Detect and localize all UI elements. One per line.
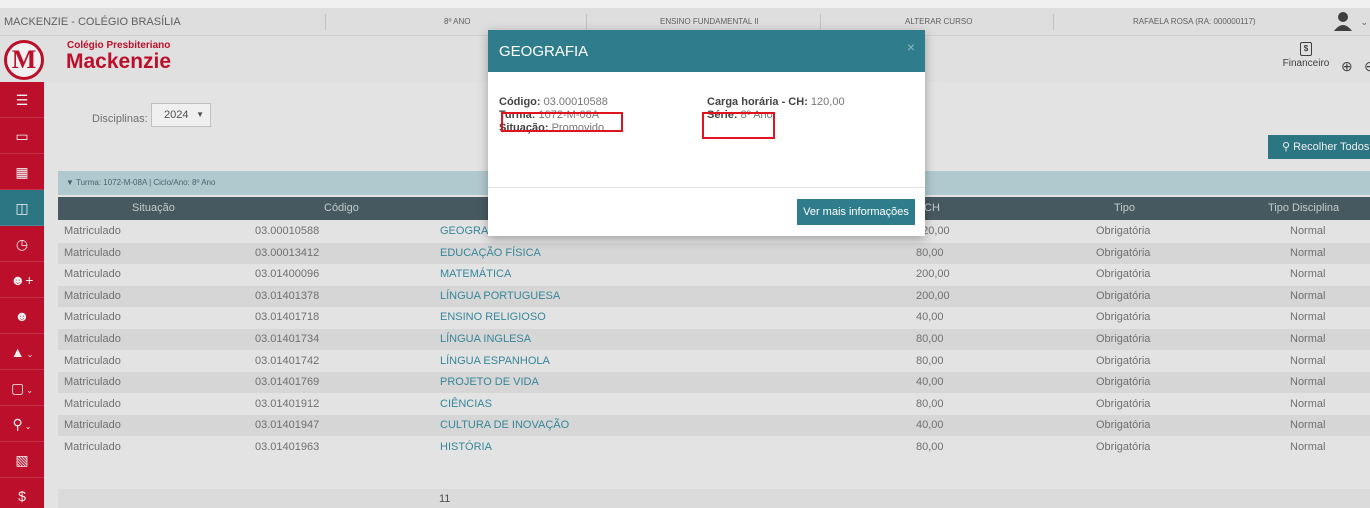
modal-divider [488,187,925,188]
serie-highlight-box [702,112,775,139]
codigo-field: Código: 03.00010588 [499,96,608,108]
ch-label: Carga horária - CH: [707,96,808,108]
modal-header: GEOGRAFIA × [488,30,925,72]
ch-field: Carga horária - CH: 120,00 [707,96,845,108]
turma-highlight-box [501,112,623,132]
modal-title: GEOGRAFIA [499,43,589,60]
ver-mais-button[interactable]: Ver mais informações [797,199,915,225]
ch-value: 120,00 [810,96,845,108]
discipline-modal: GEOGRAFIA × Código: 03.00010588 Turma: 1… [488,30,925,236]
codigo-label: Código: [499,96,541,108]
codigo-value: 03.00010588 [543,96,608,108]
modal-body: Código: 03.00010588 Turma: 1072-M-08A Si… [488,72,925,188]
close-icon[interactable]: × [907,39,915,55]
